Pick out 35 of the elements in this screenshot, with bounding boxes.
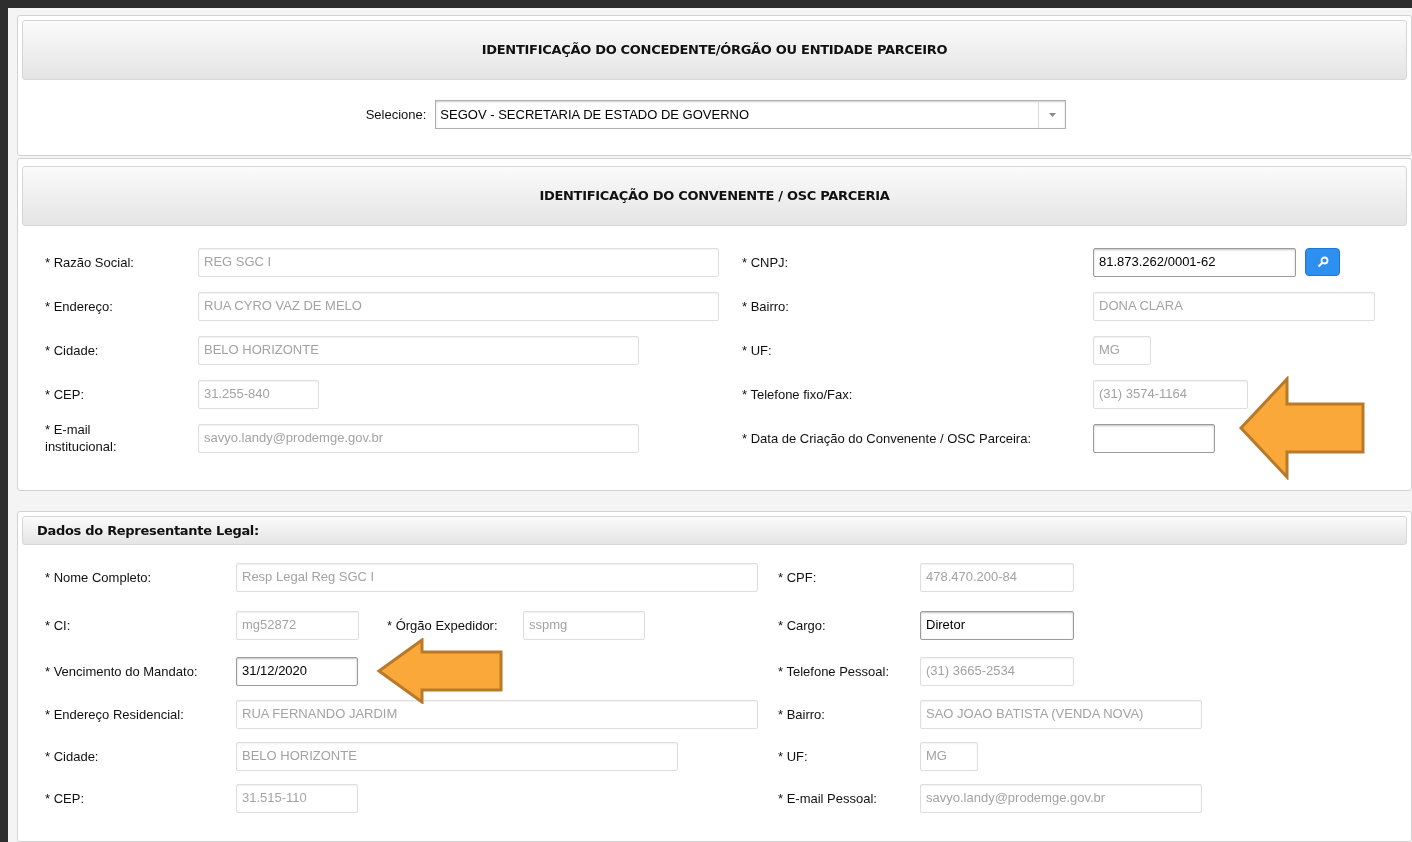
- field-label: * Cidade:: [45, 341, 100, 359]
- section-title: IDENTIFICAÇÃO DO CONCEDENTE/ÓRGÃO OU ENTIDADE PARCEIRO: [481, 41, 948, 60]
- input-field[interactable]: 81.873.262/0001-62: [1093, 247, 1296, 277]
- field-label: * CEP:: [45, 789, 85, 807]
- field-label: * UF:: [778, 747, 809, 765]
- caret-icon: [1048, 112, 1056, 117]
- field-label: * Bairro:: [778, 705, 826, 723]
- field-label: * Vencimento do Mandato:: [45, 662, 199, 680]
- field-label: * Endereço:: [45, 297, 114, 315]
- select-label: Selecione:: [365, 105, 427, 124]
- field-label: * Telefone fixo/Fax:: [742, 385, 854, 403]
- section-title: IDENTIFICAÇÃO DO CONVENENTE / OSC PARCERIA: [539, 187, 890, 206]
- input-field[interactable]: 31/12/2020: [236, 656, 358, 686]
- dropdown[interactable]: SEGOV - SECRETARIA DE ESTADO DE GOVERNO: [435, 100, 1067, 129]
- field-label: * Telefone Pessoal:: [778, 662, 891, 680]
- field-label: * Cargo:: [778, 616, 827, 634]
- field-label: * UF:: [742, 341, 773, 359]
- field-label: * CEP:: [45, 385, 85, 403]
- field-label: * Nome Completo:: [45, 568, 153, 586]
- field-label: * CI:: [45, 616, 72, 634]
- input-field[interactable]: Diretor: [920, 610, 1074, 640]
- field-label: * E-mail Pessoal:: [778, 789, 878, 807]
- search-button[interactable]: [1305, 248, 1340, 276]
- input-field[interactable]: [1093, 423, 1215, 453]
- section-title: Dados do Representante Legal:: [37, 521, 259, 540]
- field-label: * E-mail institucional:: [45, 421, 118, 455]
- field-label: * Cidade:: [45, 747, 100, 765]
- field-label: * Bairro:: [742, 297, 790, 315]
- field-label: * CPF:: [778, 568, 818, 586]
- field-label: * Endereço Residencial:: [45, 705, 185, 723]
- field-label: * Razão Social:: [45, 253, 135, 271]
- search-icon: [1316, 256, 1329, 268]
- field-label: * CNPJ:: [742, 253, 790, 271]
- field-label: * Data de Criação do Convenente / OSC Parceira:: [742, 429, 1033, 447]
- field-label: * Órgão Expedidor:: [387, 616, 499, 634]
